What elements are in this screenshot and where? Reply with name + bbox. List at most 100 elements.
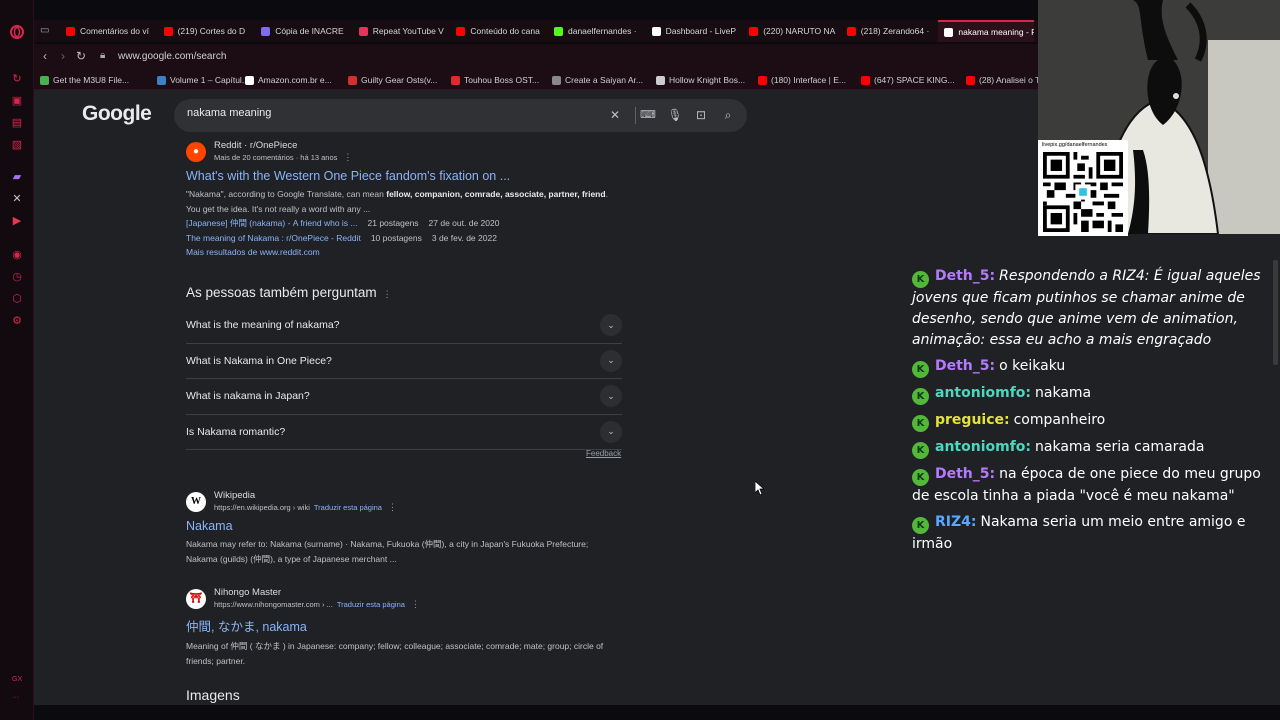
wikipedia-favicon-icon: W [186,491,206,512]
paa-question[interactable]: What is the meaning of nakama? ⌄ [186,308,622,344]
gx-label: GX [12,676,23,683]
youtube-icon[interactable]: ▶ [9,212,25,228]
opera-logo-icon[interactable] [9,24,25,40]
player-icon[interactable]: ◉ [9,246,25,262]
paa-question-text: What is Nakama in One Piece? [186,354,332,367]
tab-label: Cópia de INACRE [275,26,344,36]
tab-strip: ▭ Comentários do ví (219) Cortes do D Cópi… [34,20,1038,42]
chat-message: K Deth_5: o keikaku [912,356,1272,378]
paa-question-text: What is the meaning of nakama? [186,319,340,332]
bookmark-item[interactable]: (647) SPACE KING... [861,73,955,87]
search-input[interactable] [187,107,587,119]
microphone-icon[interactable]: 🎙︎ [667,107,683,123]
screen: ↻ ▣ ▤ ▧ ▰ ✕ ▶ ◉ ◷ ⬡ ⚙ GX ··· ▭ Comentári… [0,0,1280,720]
browser-tab[interactable]: Dashboard - LiveP [646,20,742,42]
browser-tab[interactable]: Repeat YouTube V [353,20,449,42]
bookmark-item[interactable]: (180) Interface | E... [758,73,846,87]
clear-search-icon[interactable]: ✕ [607,107,623,123]
chevron-down-icon[interactable]: ⌄ [600,420,622,443]
search-box[interactable]: ✕ ⌨ 🎙︎ ⊡ ⌕ [174,99,747,132]
result-title-link[interactable]: 仲間, なかま, nakama [186,616,622,635]
chevron-down-icon[interactable]: ⌄ [600,385,622,408]
nihongo-favicon-icon: ⛩︎ [186,588,206,609]
tab-label: danaelfernandes · [568,26,637,36]
browser-tab[interactable]: (218) Zerando64 · [841,20,937,42]
keyboard-icon[interactable]: ⌨ [640,107,656,123]
tab-menu-icon[interactable]: ▭ [40,25,52,37]
history-icon[interactable]: ◷ [9,268,25,284]
bookmark-item[interactable]: Touhou Boss OST... [451,73,539,87]
paa-list: What is the meaning of nakama? ⌄ What is N… [186,308,622,450]
kick-badge-icon: K [912,361,929,378]
chevron-down-icon[interactable]: ⌄ [600,349,622,372]
paa-question[interactable]: Is Nakama romantic? ⌄ [186,415,622,450]
browser-tab[interactable]: danaelfernandes · [548,20,644,42]
bookmark-item[interactable]: Guilty Gear Osts(v... [348,73,437,87]
gx-corner-icon[interactable]: ▣ [9,92,25,108]
back-icon[interactable]: ‹ [38,49,52,63]
kick-badge-icon: K [912,517,929,534]
bookmark-label: (28) Analisei o T [979,75,1041,85]
reload-icon[interactable]: ↻ [74,49,88,63]
search-icon[interactable]: ⌕ [720,107,736,123]
google-logo[interactable]: Google [82,102,152,126]
browser-tab[interactable]: Cópia de INACRE [255,20,351,42]
paa-question[interactable]: What is Nakama in One Piece? ⌄ [186,344,622,379]
bookmark-item[interactable]: Create a Saiyan Ar... [552,73,643,87]
x-twitter-icon[interactable]: ✕ [9,190,25,206]
more-results-link[interactable]: Mais resultados de www.reddit.com [186,245,622,260]
browser-tab[interactable]: nakama meaning - P [938,20,1034,42]
chat-message: K RIZ4: Nakama seria um meio entre amigo e… [912,512,1272,555]
qr-caption: livepix.gg/danaelfernandes [1042,142,1108,148]
more-options-icon[interactable]: ⋮ [388,502,397,512]
forward-icon[interactable]: › [56,49,70,63]
bookmark-item[interactable]: Get the M3U8 File... [40,73,129,87]
settings-icon[interactable]: ⚙ [9,312,25,328]
bookmark-item[interactable]: Amazon.com.br e... [245,73,332,87]
chat-text: nakama [1035,385,1092,401]
paa-question[interactable]: What is nakama in Japan? ⌄ [186,379,622,415]
chevron-down-icon[interactable]: ⌄ [600,314,622,337]
bookmark-item[interactable]: Hollow Knight Bos... [656,73,745,87]
tab-favicon-icon [163,26,173,36]
paa-options-icon[interactable]: ⋮ [383,289,392,299]
twitch-icon[interactable]: ▰ [9,168,25,184]
more-options-icon[interactable]: ⋮ [411,599,420,609]
extensions-icon[interactable]: ⬡ [9,290,25,306]
reddit-favicon-icon: ● [186,141,206,162]
scrollbar[interactable] [1273,260,1278,365]
result-title-link[interactable]: What's with the Western One Piece fandom… [186,169,622,183]
tab-label: Conteúdo do cana [470,26,540,36]
translate-link[interactable]: Traduzir esta página [337,600,405,609]
sub-result-link[interactable]: [Japanese] 仲間 (nakama) - A friend who is… [186,218,358,228]
lens-icon[interactable]: ⊡ [693,107,709,123]
tab-label: nakama meaning - P [958,27,1034,37]
chat-username: RIZ4: [935,514,977,530]
twitch-sidebar-icon[interactable]: ▤ [9,114,25,130]
kick-badge-icon: K [912,271,929,288]
translate-link[interactable]: Traduzir esta página [314,503,382,512]
result-snippet: Nakama may refer to: Nakama (surname) · … [186,539,589,564]
browser-tab[interactable]: (220) NARUTO NA [743,20,839,42]
url-field[interactable]: www.google.com/search [118,51,226,62]
tab-favicon-icon [358,26,368,36]
bookmark-item[interactable]: Volume 1 – Capítul... [157,73,249,87]
more-icon[interactable]: ··· [12,694,19,701]
more-options-icon[interactable]: ⋮ [343,152,352,162]
result-snippet: Meaning of 仲間 ( なかま ) in Japanese: compa… [186,641,604,666]
sub-result-link[interactable]: The meaning of Nakama : r/OnePiece - Red… [186,233,361,243]
browser-tab[interactable]: Comentários do ví [60,20,156,42]
discord-sidebar-icon[interactable]: ▧ [9,136,25,152]
feedback-link[interactable]: Feedback [586,449,621,458]
chat-message: Kantoniomfo: nakama [912,383,1272,405]
chat-text: nakama seria camarada [1035,439,1205,455]
lock-icon: 🔒︎ [100,50,106,61]
gx-control-icon[interactable]: ↻ [9,70,25,86]
bookmark-item[interactable]: (28) Analisei o T [966,73,1040,87]
browser-tab[interactable]: Conteúdo do cana [450,20,546,42]
paa-question-text: Is Nakama romantic? [186,425,286,438]
browser-tab[interactable]: (219) Cortes do D [158,20,254,42]
bookmarks-bar: Get the M3U8 File... Volume 1 – Capítul..… [34,70,1040,90]
tab-label: (219) Cortes do D [177,26,246,36]
result-title-link[interactable]: Nakama [186,519,622,533]
